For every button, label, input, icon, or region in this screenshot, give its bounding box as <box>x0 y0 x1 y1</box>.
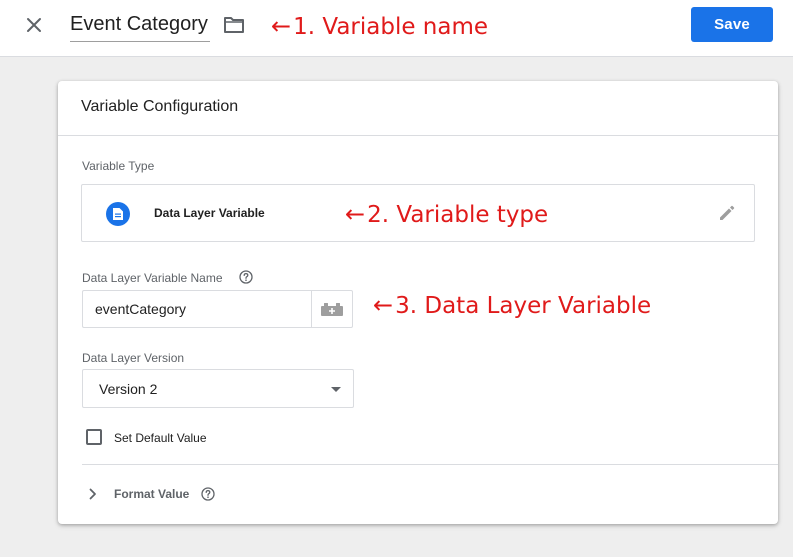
dl-version-label: Data Layer Version <box>82 351 185 365</box>
help-icon[interactable] <box>239 270 253 284</box>
divider <box>82 464 778 465</box>
format-value-label: Format Value <box>114 487 190 501</box>
help-icon[interactable] <box>201 487 215 501</box>
annotation-variable-type: ←2. Variable type <box>345 199 548 230</box>
variable-type-label: Variable Type <box>82 159 155 173</box>
add-variable-block-icon[interactable] <box>311 290 353 328</box>
default-value-checkbox[interactable] <box>86 429 102 445</box>
card-header: Variable Configuration <box>58 81 778 136</box>
variable-name-input[interactable] <box>70 8 210 42</box>
default-value-label: Set Default Value <box>114 431 207 445</box>
dlv-name-label: Data Layer Variable Name <box>82 271 223 285</box>
annotation-variable-name: ←1. Variable name <box>271 11 488 42</box>
left-arrow-icon: ← <box>271 12 292 40</box>
save-button[interactable]: Save <box>691 7 773 42</box>
annotation-data-layer-variable: ←3. Data Layer Variable <box>373 290 651 321</box>
left-arrow-icon: ← <box>373 291 394 319</box>
dropdown-arrow-icon <box>331 387 341 392</box>
annotation-text: 3. Data Layer Variable <box>395 293 652 319</box>
left-arrow-icon: ← <box>345 200 366 228</box>
annotation-text: 2. Variable type <box>367 202 549 228</box>
dlv-name-input[interactable] <box>82 290 312 328</box>
folder-icon[interactable] <box>222 13 246 37</box>
chevron-right-icon <box>88 487 98 501</box>
annotation-text: 1. Variable name <box>293 14 489 40</box>
dl-version-select[interactable]: Version 2 <box>82 369 354 408</box>
pencil-icon[interactable] <box>716 202 738 224</box>
variable-type-name: Data Layer Variable <box>154 206 265 220</box>
document-icon <box>106 202 130 226</box>
dl-version-value: Version 2 <box>99 381 158 397</box>
card-title: Variable Configuration <box>81 98 239 115</box>
close-icon[interactable] <box>20 11 48 39</box>
